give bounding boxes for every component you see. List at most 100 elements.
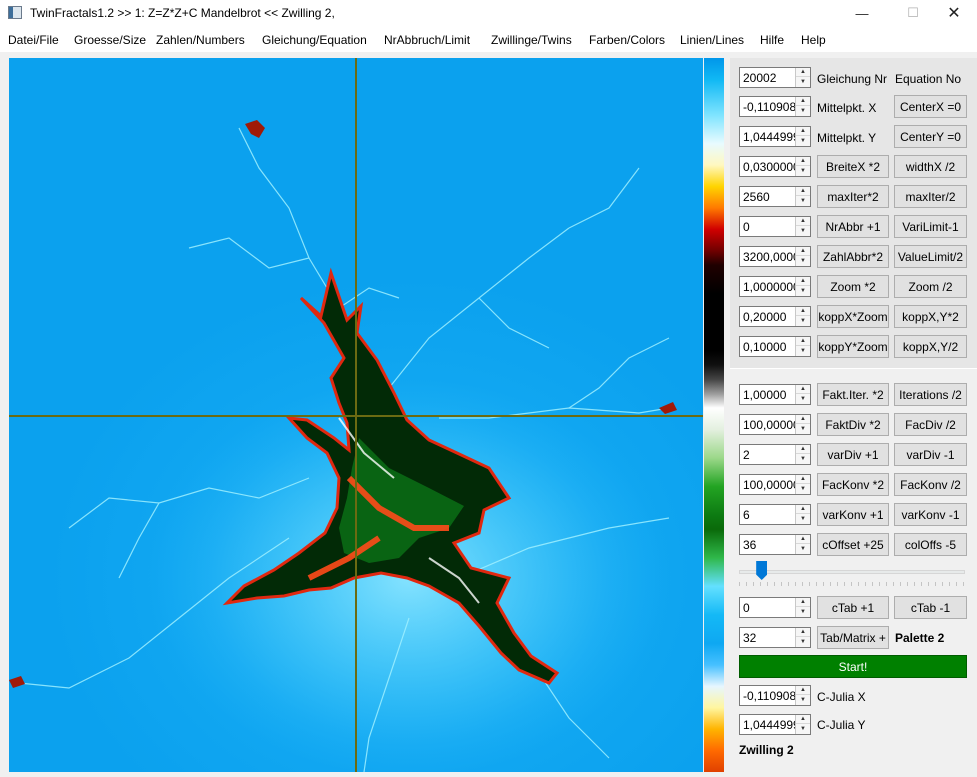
color-offset-slider-thumb[interactable] [756,561,768,580]
nr-abbr-plus-button[interactable]: NrAbbr +1 [817,215,889,238]
zoom-double-button[interactable]: Zoom *2 [817,275,889,298]
kopp-x-zoom-button[interactable]: koppX*Zoom [817,305,889,328]
max-iter-half-button[interactable]: maxIter/2 [894,185,967,208]
zoom-half-button[interactable]: Zoom /2 [894,275,967,298]
kopp-xy-half-button[interactable]: koppX,Y/2 [894,335,967,358]
kopp-xy-double-button[interactable]: koppX,Y*2 [894,305,967,328]
spin-up-icon[interactable]: ▲ [796,628,810,637]
menu-colors[interactable]: Farben/Colors [589,33,665,47]
menu-hilfe[interactable]: Hilfe [760,33,784,47]
julia-y-spinbox[interactable]: 1,04449998 ▲▼ [739,714,811,735]
spin-down-icon[interactable]: ▼ [796,316,810,325]
menu-file[interactable]: Datei/File [8,33,59,47]
color-offset-slider-track[interactable] [739,570,965,574]
spin-down-icon[interactable]: ▼ [796,394,810,403]
menu-equation[interactable]: Gleichung/Equation [262,33,367,47]
menu-limit[interactable]: NrAbbruch/Limit [384,33,470,47]
spin-down-icon[interactable]: ▼ [796,286,810,295]
equation-no-spinbox[interactable]: 20002 ▲ ▼ [739,67,811,88]
tab-matrix-spinbox[interactable]: 32 ▲ ▼ [739,627,811,648]
close-button[interactable]: ✕ [931,0,977,26]
col-offs-minus-button[interactable]: colOffs -5 [894,533,967,556]
max-iter-double-button[interactable]: maxIter*2 [817,185,889,208]
spin-down-icon[interactable]: ▼ [796,256,810,265]
spin-up-icon[interactable]: ▲ [796,385,810,394]
menu-size[interactable]: Groesse/Size [74,33,146,47]
spin-down-icon[interactable]: ▼ [796,724,810,733]
menu-numbers[interactable]: Zahlen/Numbers [156,33,245,47]
fac-konv-half-button[interactable]: FacKonv /2 [894,473,967,496]
c-tab-minus-button[interactable]: cTab -1 [894,596,967,619]
center-y-spinbox[interactable]: 1,04449998 ▲▼ [739,126,811,147]
c-offset-plus-button[interactable]: cOffset +25 [817,533,889,556]
spin-up-icon[interactable]: ▲ [796,475,810,484]
start-button[interactable]: Start! [739,655,967,678]
minimize-button[interactable]: — [839,0,885,26]
var-konv-minus-button[interactable]: varKonv -1 [894,503,967,526]
spin-down-icon[interactable]: ▼ [796,514,810,523]
max-iter-spinbox[interactable]: 2560 ▲ ▼ [739,186,811,207]
spin-up-icon[interactable]: ▲ [796,505,810,514]
fakt-iter-spinbox[interactable]: 1,00000 ▲ ▼ [739,384,811,405]
vari-limit-minus-button[interactable]: VariLimit-1 [894,215,967,238]
kopp-x-spinbox[interactable]: 0,20000 ▲ ▼ [739,306,811,327]
var-div-plus-button[interactable]: varDiv +1 [817,443,889,466]
spin-down-icon[interactable]: ▼ [796,607,810,616]
spin-up-icon[interactable]: ▲ [796,686,810,695]
menu-twins[interactable]: Zwillinge/Twins [491,33,572,47]
spin-up-icon[interactable]: ▲ [796,157,810,166]
fac-div-half-button[interactable]: FacDiv /2 [894,413,967,436]
spin-up-icon[interactable]: ▲ [796,277,810,286]
fractal-canvas[interactable] [9,58,703,772]
spin-down-icon[interactable]: ▼ [796,424,810,433]
spin-up-icon[interactable]: ▲ [796,307,810,316]
spin-up-icon[interactable]: ▲ [796,247,810,256]
spin-down-icon[interactable]: ▼ [796,77,810,86]
spin-up-icon[interactable]: ▲ [796,217,810,226]
spin-down-icon[interactable]: ▼ [796,106,810,115]
var-konv-spinbox[interactable]: 6 ▲ ▼ [739,504,811,525]
kopp-y-zoom-button[interactable]: koppY*Zoom [817,335,889,358]
spin-up-icon[interactable]: ▲ [796,445,810,454]
maximize-button[interactable]: ☐ [890,0,936,26]
spin-up-icon[interactable]: ▲ [796,535,810,544]
zahl-abbr-spinbox[interactable]: 3200,0000 ▲ ▼ [739,246,811,267]
spin-up-icon[interactable]: ▲ [796,415,810,424]
width-half-button[interactable]: widthX /2 [894,155,967,178]
spin-down-icon[interactable]: ▼ [796,226,810,235]
fac-konv-double-button[interactable]: FacKonv *2 [817,473,889,496]
spin-down-icon[interactable]: ▼ [796,484,810,493]
c-tab-spinbox[interactable]: 0 ▲ ▼ [739,597,811,618]
spin-up-icon[interactable]: ▲ [796,337,810,346]
center-y-reset-button[interactable]: CenterY =0 [894,125,967,148]
spin-down-icon[interactable]: ▼ [796,196,810,205]
spin-down-icon[interactable]: ▼ [796,637,810,646]
fakt-iter-double-button[interactable]: Fakt.Iter. *2 [817,383,889,406]
var-div-minus-button[interactable]: varDiv -1 [894,443,967,466]
spin-down-icon[interactable]: ▼ [796,166,810,175]
center-x-reset-button[interactable]: CenterX =0 [894,95,967,118]
spin-up-icon[interactable]: ▲ [796,598,810,607]
fakt-div-spinbox[interactable]: 100,00000 ▲ ▼ [739,414,811,435]
julia-x-spinbox[interactable]: -0,1109084 ▲ ▼ [739,685,811,706]
c-tab-plus-button[interactable]: cTab +1 [817,596,889,619]
zoom-spinbox[interactable]: 1,0000000 ▲ ▼ [739,276,811,297]
spin-down-icon[interactable]: ▼ [796,454,810,463]
spin-up-icon[interactable]: ▲ [796,68,810,77]
spin-up-icon[interactable]: ▲ [796,187,810,196]
spin-down-icon[interactable]: ▼ [796,695,810,704]
center-x-spinbox[interactable]: -0,1109084 ▲ ▼ [739,96,811,117]
nr-abbr-spinbox[interactable]: 0 ▲ ▼ [739,216,811,237]
spin-down-icon[interactable]: ▼ [796,544,810,553]
value-limit-half-button[interactable]: ValueLimit/2 [894,245,967,268]
fac-konv-spinbox[interactable]: 100,00000 ▲ ▼ [739,474,811,495]
kopp-y-spinbox[interactable]: 0,10000 ▲ ▼ [739,336,811,357]
tab-matrix-plus-button[interactable]: Tab/Matrix + [817,626,889,649]
spin-up-icon[interactable]: ▲ [796,127,810,136]
var-div-spinbox[interactable]: 2 ▲ ▼ [739,444,811,465]
spin-down-icon[interactable]: ▼ [796,136,810,145]
menu-help[interactable]: Help [801,33,826,47]
zahl-abbr-double-button[interactable]: ZahlAbbr*2 [817,245,889,268]
spin-up-icon[interactable]: ▲ [796,715,810,724]
spin-down-icon[interactable]: ▼ [796,346,810,355]
